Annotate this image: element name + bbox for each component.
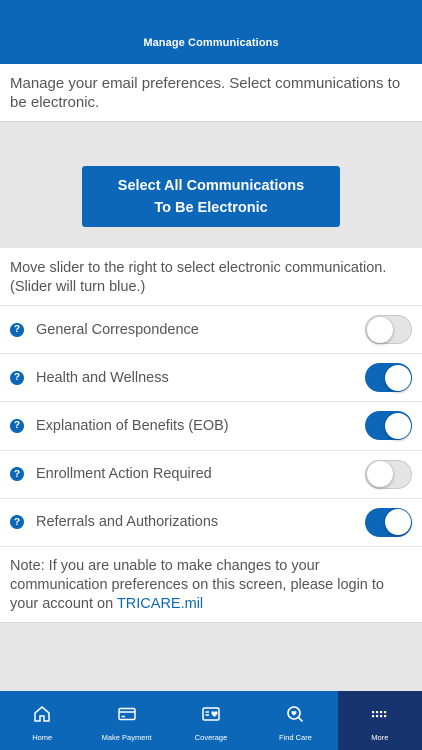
toggle-knob (384, 509, 411, 536)
tab-label: Make Payment (101, 733, 152, 742)
pref-row-explanation-of-benefits: ? Explanation of Benefits (EOB) (0, 402, 422, 451)
select-all-electronic-button[interactable]: Select All Communications To Be Electron… (82, 166, 340, 227)
help-icon[interactable]: ? (10, 370, 24, 385)
tab-find-care[interactable]: Find Care (253, 691, 337, 750)
pref-label: Health and Wellness (36, 369, 169, 386)
pref-label: Explanation of Benefits (EOB) (36, 417, 229, 434)
select-all-line1: Select All Communications (117, 177, 305, 194)
credit-card-icon (117, 707, 136, 721)
select-all-section: Select All Communications To Be Electron… (0, 121, 422, 248)
toggle-explanation-of-benefits[interactable] (365, 411, 412, 441)
tab-coverage[interactable]: Coverage (169, 691, 253, 750)
find-care-search-icon (287, 706, 304, 723)
toggle-knob (366, 316, 393, 343)
grid-dots-icon (371, 711, 387, 718)
help-icon[interactable]: ? (10, 515, 24, 530)
tab-label: Home (32, 733, 53, 742)
help-icon[interactable]: ? (10, 467, 24, 482)
help-icon[interactable]: ? (10, 418, 24, 433)
pref-label: Enrollment Action Required (36, 466, 212, 483)
bottom-tab-bar: Home Make Payment Coverage Find Care Mor… (0, 691, 422, 750)
toggle-general-correspondence[interactable] (365, 315, 412, 345)
note-text: Note: If you are unable to make changes … (0, 547, 422, 623)
select-all-line2: To Be Electronic (154, 199, 268, 216)
pref-row-health-and-wellness: ? Health and Wellness (0, 354, 422, 403)
tab-make-payment[interactable]: Make Payment (84, 691, 168, 750)
home-icon (34, 706, 50, 722)
tab-more[interactable]: More (337, 691, 422, 750)
app-header: Manage Communications (0, 0, 422, 64)
pref-row-enrollment-action-required: ? Enrollment Action Required (0, 451, 422, 499)
pref-row-general-correspondence: ? General Correspondence (0, 306, 422, 355)
toggle-knob (366, 461, 393, 488)
pref-row-referrals-and-authorizations: ? Referrals and Authorizations (0, 499, 422, 547)
tricare-link[interactable]: TRICARE.mil (117, 596, 203, 612)
tab-label: More (371, 733, 389, 742)
tab-label: Find Care (278, 733, 312, 742)
help-icon[interactable]: ? (10, 322, 24, 337)
toggle-health-and-wellness[interactable] (365, 363, 412, 393)
tab-home[interactable]: Home (0, 691, 84, 750)
pref-label: General Correspondence (36, 321, 199, 338)
intro-text: Manage your email preferences. Select co… (0, 64, 422, 121)
tab-label: Coverage (194, 733, 228, 742)
preferences-list: ? General Correspondence ? Health and We… (0, 306, 422, 547)
pref-label: Referrals and Authorizations (36, 514, 219, 531)
toggle-enrollment-action-required[interactable] (365, 459, 412, 489)
toggle-referrals-and-authorizations[interactable] (365, 507, 412, 537)
toggle-knob (384, 412, 411, 439)
slider-instructions: Move slider to the right to select elect… (0, 248, 422, 306)
page-title: Manage Communications (143, 37, 279, 49)
coverage-card-icon (202, 707, 220, 721)
toggle-knob (384, 364, 411, 391)
